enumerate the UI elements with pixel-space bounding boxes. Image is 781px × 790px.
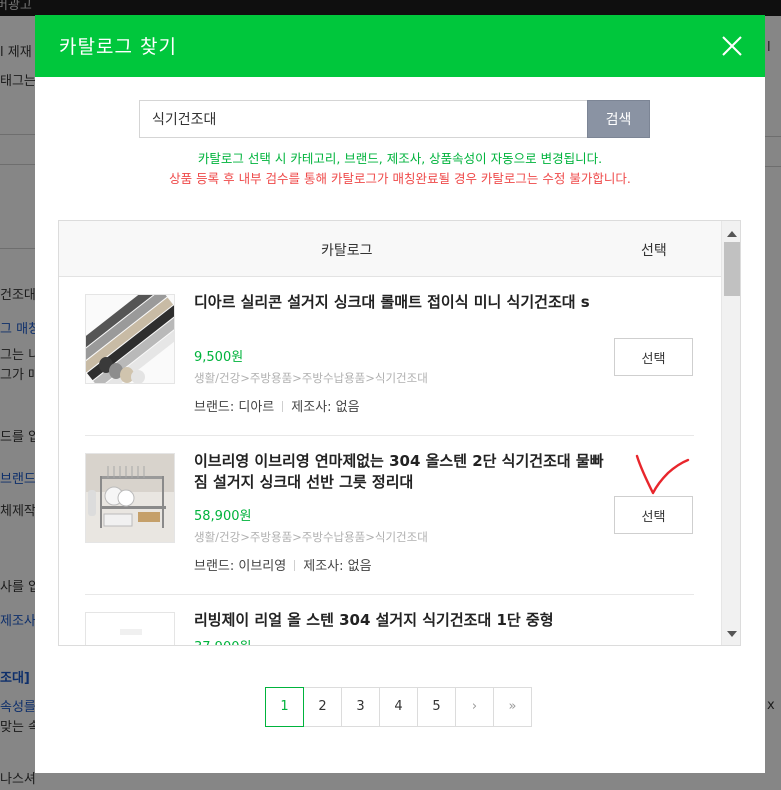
- steel-dish-rack-image: [86, 454, 174, 542]
- category-path: 생활/건강>주방용품>주방수납용품>식기건조대: [194, 371, 428, 385]
- search-button[interactable]: 검색: [587, 100, 650, 138]
- product-name[interactable]: 이브리영 이브리영 연마제없는 304 올스텐 2단 식기건조대 물빠짐 설거지…: [194, 451, 604, 493]
- auto-change-notice: 카탈로그 선택 시 카테고리, 브랜드, 제조사, 상품속성이 자동으로 변경됩…: [197, 151, 603, 166]
- maker-label: 제조사: 없음: [303, 559, 372, 574]
- header-catalog: 카탈로그: [321, 243, 373, 259]
- page-2-button[interactable]: 2: [303, 687, 342, 727]
- header-select: 선택: [641, 243, 667, 259]
- catalog-table: 카탈로그 선택 디아르 실리콘 설거지 싱크대 롤매트 접이식 미니 식기건조대…: [58, 220, 741, 646]
- product-name[interactable]: 디아르 실리콘 설거지 싱크대 롤매트 접이식 미니 식기건조대 s: [194, 292, 604, 313]
- page-4-button[interactable]: 4: [379, 687, 418, 727]
- table-row: 디아르 실리콘 설거지 싱크대 롤매트 접이식 미니 식기건조대 s 9,500…: [85, 278, 694, 436]
- product-thumbnail: [85, 294, 175, 384]
- page-3-button[interactable]: 3: [341, 687, 380, 727]
- product-price: 9,500원: [194, 350, 244, 365]
- brand-maker-info: 브랜드: 이브리영 제조사: 없음: [194, 555, 372, 574]
- catalog-search-modal: 카탈로그 찾기 검색 카탈로그 선택 시 카테고리, 브랜드, 제조사, 상품속…: [35, 15, 765, 773]
- table-scrollbar[interactable]: [721, 221, 740, 645]
- scroll-thumb[interactable]: [724, 242, 740, 296]
- close-icon: [722, 36, 742, 56]
- product-thumbnail: [85, 612, 175, 645]
- page-1-button[interactable]: 1: [265, 687, 304, 727]
- product-thumbnail: [85, 453, 175, 543]
- scroll-down-arrow-icon[interactable]: [727, 631, 737, 637]
- scroll-up-arrow-icon[interactable]: [727, 231, 737, 237]
- page-5-button[interactable]: 5: [417, 687, 456, 727]
- rolled-dish-mat-image: [86, 295, 174, 383]
- select-button[interactable]: 선택: [614, 338, 693, 376]
- last-page-button[interactable]: »: [493, 687, 532, 727]
- modal-title: 카탈로그 찾기: [59, 36, 177, 58]
- product-price: 37,900원: [194, 636, 251, 645]
- red-checkmark-annotation: [635, 454, 690, 495]
- table-row: 리빙제이 리얼 올 스텐 304 설거지 식기건조대 1단 중형 37,900원…: [85, 596, 694, 645]
- product-price: 58,900원: [194, 509, 252, 524]
- next-page-button[interactable]: ›: [455, 687, 494, 727]
- catalog-lock-warning: 상품 등록 후 내부 검수를 통해 카탈로그가 매칭완료될 경우 카탈로그는 수…: [169, 171, 631, 186]
- category-path: 생활/건강>주방용품>주방수납용품>식기건조대: [194, 530, 428, 544]
- table-row: 이브리영 이브리영 연마제없는 304 올스텐 2단 식기건조대 물빠짐 설거지…: [85, 437, 694, 595]
- brand-label: 브랜드: 이브리영: [194, 559, 287, 574]
- close-button[interactable]: [721, 35, 743, 57]
- table-header: 카탈로그 선택: [59, 221, 721, 277]
- product-name[interactable]: 리빙제이 리얼 올 스텐 304 설거지 식기건조대 1단 중형: [194, 610, 604, 631]
- modal-header: 카탈로그 찾기: [35, 15, 765, 77]
- brand-maker-info: 브랜드: 디아르 제조사: 없음: [194, 396, 360, 415]
- product-image-placeholder: [86, 613, 174, 645]
- catalog-search-input[interactable]: [139, 100, 587, 138]
- brand-label: 브랜드: 디아르: [194, 400, 275, 415]
- maker-label: 제조사: 없음: [291, 400, 360, 415]
